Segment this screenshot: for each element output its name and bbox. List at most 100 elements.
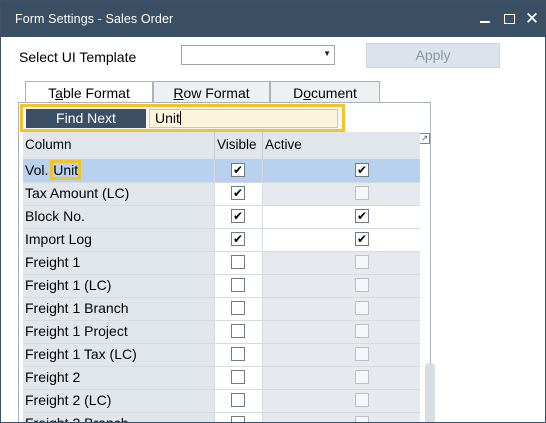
active-cell (262, 275, 420, 297)
chevron-down-icon: ▼ (323, 49, 331, 58)
table-row[interactable]: Freight 1 (LC) (23, 275, 420, 298)
column-header-column[interactable]: Column (25, 132, 215, 159)
column-name-text: Freight 1 Branch (25, 300, 129, 316)
table-row[interactable]: Freight 2 (23, 367, 420, 390)
active-checkbox (355, 324, 369, 338)
visible-checkbox[interactable]: ✔ (231, 232, 245, 246)
visible-checkbox[interactable] (231, 370, 245, 384)
active-cell: ✔ (262, 229, 420, 251)
table-row[interactable]: Freight 2 (LC) (23, 390, 420, 413)
find-bar: Find Next Unit (20, 104, 345, 132)
visible-checkbox[interactable] (231, 324, 245, 338)
template-label: Select UI Template (19, 49, 137, 65)
active-checkbox[interactable]: ✔ (355, 209, 369, 223)
column-name-text: Freight 1 (LC) (25, 277, 112, 293)
table-row[interactable]: Freight 1 Branch (23, 298, 420, 321)
table-row[interactable]: Freight 1 Project (23, 321, 420, 344)
column-name-text: Freight 1 Tax (LC) (25, 346, 137, 362)
find-input[interactable]: Unit (149, 109, 338, 128)
visible-checkbox[interactable] (231, 393, 245, 407)
visible-checkbox[interactable] (231, 416, 245, 422)
table-row[interactable]: Freight 1 (23, 252, 420, 275)
active-checkbox (355, 186, 369, 200)
active-cell (262, 367, 420, 389)
active-checkbox[interactable]: ✔ (355, 163, 369, 177)
table-row[interactable]: Vol. Unit ✔ ✔ (23, 160, 420, 183)
visible-checkbox[interactable]: ✔ (231, 209, 245, 223)
visible-cell (214, 275, 262, 297)
visible-cell: ✔ (214, 206, 262, 228)
column-name-text: Tax Amount (LC) (25, 185, 130, 201)
visible-cell (214, 344, 262, 366)
tab-table-format[interactable]: Table Format (25, 81, 153, 104)
active-checkbox (355, 347, 369, 361)
visible-cell (214, 413, 262, 422)
title-bar[interactable]: Form Settings - Sales Order ✕ (1, 1, 545, 37)
minimize-icon[interactable] (474, 9, 496, 29)
find-next-button[interactable]: Find Next (26, 109, 146, 128)
column-name-cell[interactable]: Block No. (23, 206, 214, 228)
expand-icon[interactable]: ↗ (419, 133, 430, 144)
form-settings-window: Form Settings - Sales Order ✕ Select UI … (0, 0, 546, 423)
table-row[interactable]: Freight 2 Branch (23, 413, 420, 423)
column-name-text: Freight 2 (25, 369, 81, 385)
column-name-cell[interactable]: Vol. Unit (23, 160, 214, 182)
column-name-cell[interactable]: Freight 1 (LC) (23, 275, 214, 297)
tab-label-part: cument (311, 85, 357, 101)
column-name-cell[interactable]: Tax Amount (LC) (23, 183, 214, 205)
text-cursor (179, 111, 181, 125)
apply-button[interactable]: Apply (366, 43, 500, 68)
grid-header: Column Visible Active (23, 132, 420, 160)
visible-checkbox[interactable]: ✔ (231, 186, 245, 200)
visible-cell (214, 298, 262, 320)
visible-cell (214, 367, 262, 389)
tab-label-part: D (293, 85, 304, 101)
column-name-cell[interactable]: Freight 1 (23, 252, 214, 274)
column-name-text: Vol. (25, 162, 53, 178)
visible-cell: ✔ (214, 183, 262, 205)
column-name-cell[interactable]: Import Log (23, 229, 214, 251)
table-row[interactable]: Tax Amount (LC) ✔ (23, 183, 420, 206)
visible-cell: ✔ (214, 229, 262, 251)
column-name-cell[interactable]: Freight 1 Tax (LC) (23, 344, 214, 366)
column-header-active[interactable]: Active (262, 132, 420, 159)
active-cell (262, 183, 420, 205)
template-select[interactable]: ▼ (181, 45, 335, 65)
column-header-visible[interactable]: Visible (214, 132, 262, 159)
vertical-scrollbar[interactable] (425, 363, 435, 422)
active-cell (262, 344, 420, 366)
column-name-cell[interactable]: Freight 2 Branch (23, 413, 214, 423)
visible-checkbox[interactable] (231, 347, 245, 361)
column-name-cell[interactable]: Freight 1 Branch (23, 298, 214, 320)
close-icon[interactable]: ✕ (521, 9, 543, 29)
active-cell (262, 298, 420, 320)
active-cell (262, 390, 420, 412)
active-checkbox (355, 301, 369, 315)
column-name-cell[interactable]: Freight 2 (LC) (23, 390, 214, 412)
active-cell: ✔ (262, 160, 420, 182)
tab-label-mnemonic: o (303, 85, 311, 101)
visible-checkbox[interactable] (231, 278, 245, 292)
active-checkbox (355, 393, 369, 407)
table-row[interactable]: Freight 1 Tax (LC) (23, 344, 420, 367)
visible-checkbox[interactable]: ✔ (231, 163, 245, 177)
template-row: Select UI Template ▼ Apply (1, 37, 545, 75)
maximize-icon[interactable] (498, 9, 520, 29)
visible-cell: ✔ (214, 160, 262, 182)
column-name-text: Freight 1 Project (25, 323, 128, 339)
tab-label-mnemonic: a (55, 85, 63, 101)
active-checkbox[interactable]: ✔ (355, 232, 369, 246)
column-name-cell[interactable]: Freight 2 (23, 367, 214, 389)
column-name-cell[interactable]: Freight 1 Project (23, 321, 214, 343)
active-checkbox (355, 416, 369, 422)
column-name-text: Freight 2 Branch (25, 415, 129, 423)
tab-document[interactable]: Document (270, 81, 380, 103)
tab-row-format[interactable]: Row Format (153, 81, 270, 103)
column-name-text: Freight 1 (25, 254, 81, 270)
visible-checkbox[interactable] (231, 255, 245, 269)
columns-grid: Column Visible Active Vol. Unit ✔ ✔ Tax Amo… (23, 132, 420, 423)
visible-checkbox[interactable] (231, 301, 245, 315)
active-checkbox (355, 370, 369, 384)
table-row[interactable]: Block No. ✔ ✔ (23, 206, 420, 229)
table-row[interactable]: Import Log ✔ ✔ (23, 229, 420, 252)
